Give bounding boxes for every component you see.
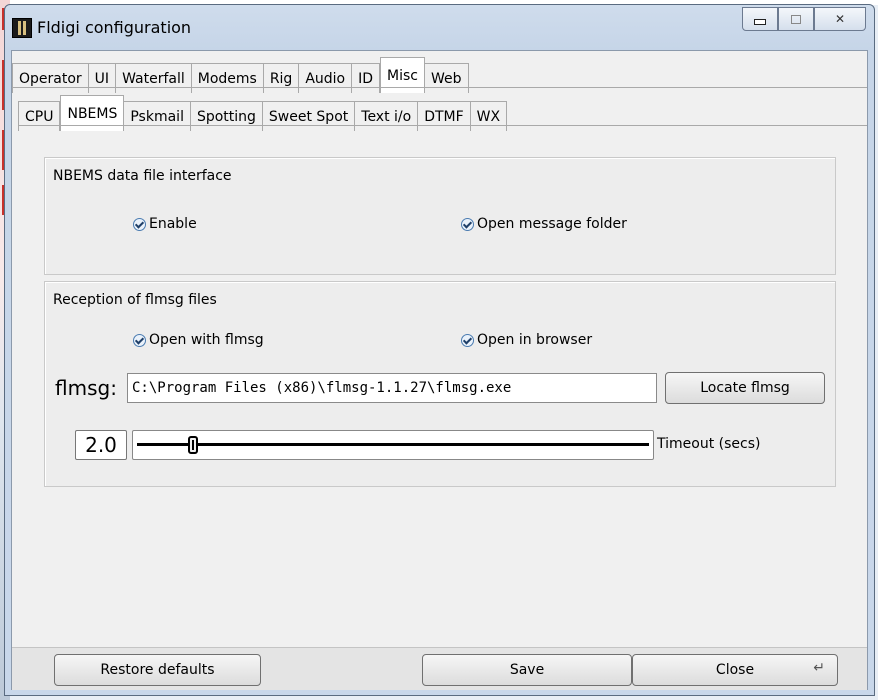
tab-pskmail[interactable]: Pskmail [124, 101, 191, 131]
checkbox-label: Open in browser [477, 332, 593, 348]
close-icon: ✕ [834, 12, 846, 26]
config-window: Fldigi configuration ✕ Operator UI Water… [4, 4, 875, 696]
enable-checkbox[interactable]: Enable [133, 216, 197, 232]
tab-label: WX [476, 108, 501, 125]
restore-defaults-button[interactable]: Restore defaults [54, 654, 261, 686]
tab-label: CPU [25, 108, 54, 125]
reception-flmsg-group: Reception of flmsg files Open with flmsg… [44, 281, 836, 487]
open-with-flmsg-checkbox[interactable]: Open with flmsg [133, 332, 264, 348]
tab-label: Waterfall [122, 70, 185, 87]
checkbox-label: Open message folder [477, 216, 627, 232]
tab-label: Sweet Spot [268, 108, 349, 125]
save-button[interactable]: Save [422, 654, 632, 686]
checkbox-label: Enable [149, 216, 197, 232]
tab-label: NBEMS [67, 105, 118, 122]
sub-tab-divider [18, 125, 867, 126]
tab-spotting[interactable]: Spotting [190, 101, 263, 131]
window-title: Fldigi configuration [37, 18, 192, 37]
tab-divider [12, 87, 867, 88]
close-window-button[interactable]: ✕ [814, 7, 866, 31]
tab-operator[interactable]: Operator [12, 63, 89, 93]
tab-label: DTMF [424, 108, 464, 125]
tab-label: ID [358, 70, 374, 87]
timeout-slider[interactable] [132, 430, 654, 460]
tab-label: UI [94, 70, 110, 87]
tab-rig[interactable]: Rig [263, 63, 300, 93]
locate-flmsg-button[interactable]: Locate flmsg [665, 372, 825, 404]
timeout-value-display: 2.0 [75, 430, 127, 460]
checkmark-icon [461, 217, 474, 231]
flmsg-path-label: flmsg: [55, 376, 117, 400]
tab-audio[interactable]: Audio [299, 63, 353, 93]
nbems-data-file-group: NBEMS data file interface Enable Open me… [44, 157, 836, 275]
tab-web[interactable]: Web [425, 63, 469, 93]
tab-ui[interactable]: UI [88, 63, 117, 93]
tab-label: Rig [269, 70, 293, 87]
tab-label: Spotting [196, 108, 256, 125]
maximize-icon [791, 14, 801, 24]
tab-label: Pskmail [130, 108, 184, 125]
tab-waterfall[interactable]: Waterfall [116, 63, 192, 93]
checkmark-icon [133, 217, 146, 231]
tab-text-io[interactable]: Text i/o [355, 101, 419, 131]
tab-dtmf[interactable]: DTMF [418, 101, 471, 131]
tab-label: Web [431, 70, 462, 87]
tab-wx[interactable]: WX [470, 101, 508, 131]
minimize-icon [754, 19, 766, 25]
fldigi-app-icon [12, 18, 32, 38]
checkbox-label: Open with flmsg [149, 332, 264, 348]
slider-track [137, 443, 649, 446]
group-title: NBEMS data file interface [53, 168, 232, 184]
maximize-button[interactable] [778, 7, 814, 31]
group-title: Reception of flmsg files [53, 292, 217, 308]
tab-label: Text i/o [361, 108, 412, 125]
flmsg-path-input[interactable] [127, 373, 657, 403]
client-area: Operator UI Waterfall Modems Rig Audio I… [11, 50, 868, 690]
tab-label: Operator [19, 70, 82, 87]
tab-id[interactable]: ID [352, 63, 381, 93]
tab-label: Modems [197, 70, 257, 87]
timeout-label: Timeout (secs) [657, 436, 761, 452]
tab-cpu[interactable]: CPU [18, 101, 61, 131]
minimize-button[interactable] [742, 7, 778, 31]
checkmark-icon [133, 333, 146, 347]
close-button-label: Close [715, 662, 755, 678]
open-message-folder-checkbox[interactable]: Open message folder [461, 216, 627, 232]
slider-thumb[interactable] [187, 436, 198, 454]
tab-label: Audio [305, 70, 346, 87]
close-button[interactable]: Close ↵ [632, 654, 838, 686]
checkmark-icon [461, 333, 474, 347]
tab-modems[interactable]: Modems [191, 63, 264, 93]
tab-label: Misc [387, 67, 419, 84]
tab-sweet-spot[interactable]: Sweet Spot [262, 101, 356, 131]
open-in-browser-checkbox[interactable]: Open in browser [461, 332, 592, 348]
window-controls: ✕ [742, 7, 866, 31]
return-arrow-icon: ↵ [813, 660, 825, 676]
title-bar[interactable]: Fldigi configuration ✕ [5, 5, 874, 49]
